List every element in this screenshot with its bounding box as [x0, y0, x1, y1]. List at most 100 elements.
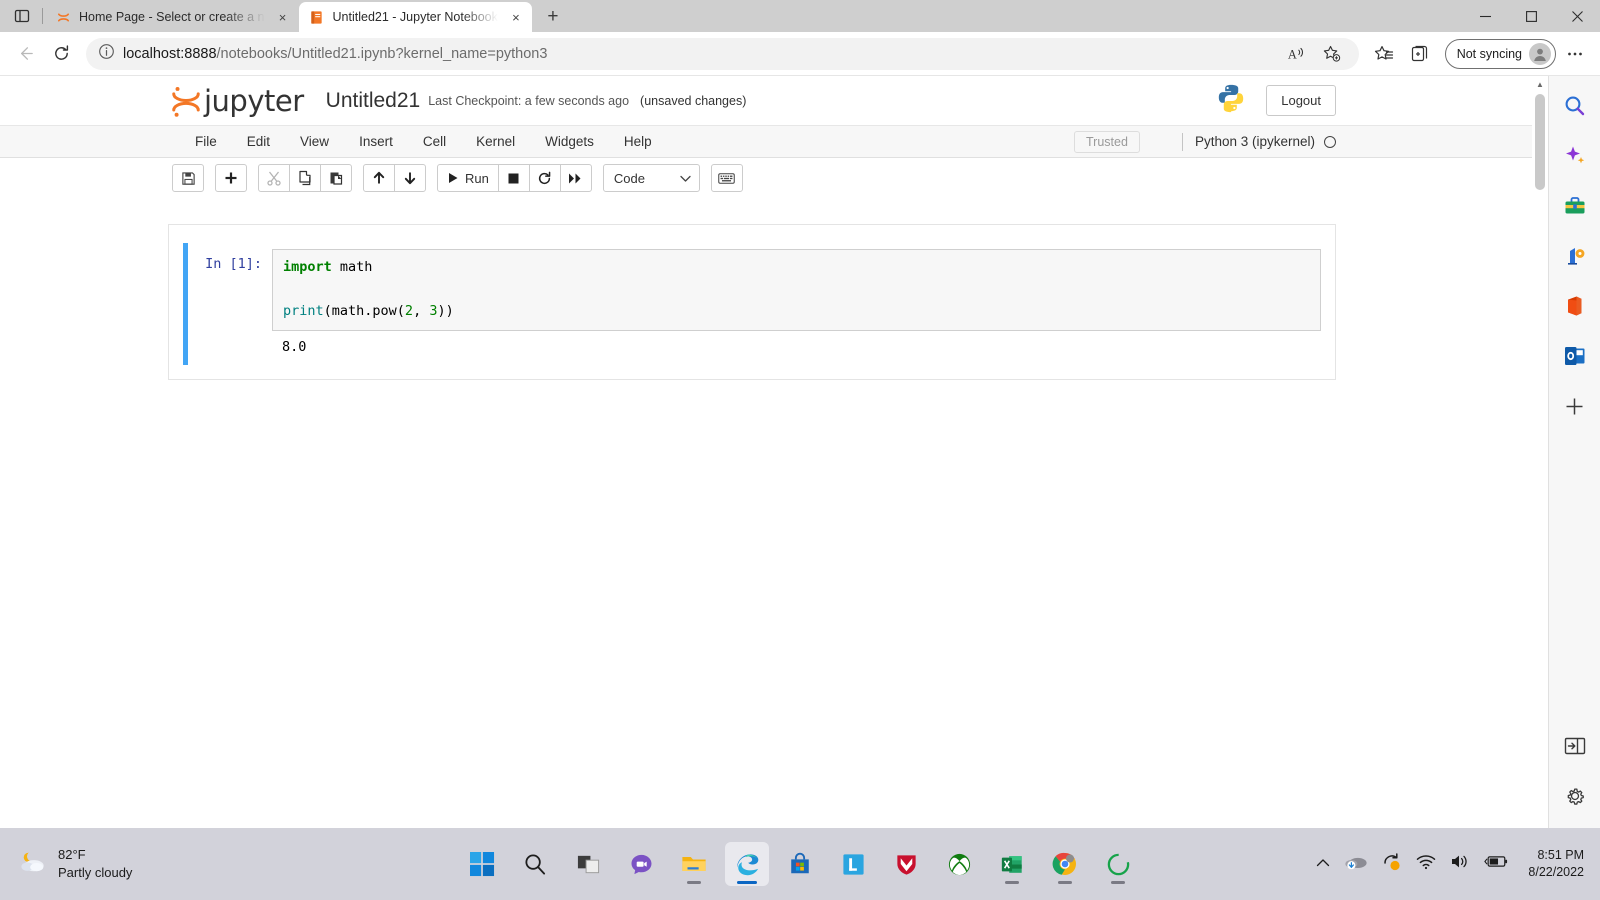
jupyter-favicon [55, 9, 71, 25]
move-cell-down-button[interactable] [394, 164, 426, 192]
add-favorite-icon[interactable] [1315, 37, 1349, 71]
close-icon[interactable]: × [273, 7, 293, 27]
close-icon[interactable]: × [506, 7, 526, 27]
command-palette-button[interactable] [710, 164, 743, 192]
windows-update-icon[interactable] [1382, 852, 1402, 877]
shopping-tools-icon[interactable] [1559, 190, 1591, 222]
menu-help[interactable]: Help [609, 128, 667, 155]
weather-widget[interactable]: 82°F Partly cloudy [0, 846, 300, 881]
linkedin-icon[interactable] [831, 842, 875, 886]
jupyter-menu-bar: File Edit View Insert Cell Kernel Widget… [0, 126, 1532, 158]
restart-kernel-button[interactable] [528, 164, 561, 192]
edge-icon[interactable] [725, 842, 769, 886]
paste-cell-button[interactable] [320, 164, 352, 192]
battery-icon[interactable] [1484, 854, 1508, 874]
games-icon[interactable] [1559, 240, 1591, 272]
search-icon[interactable] [1559, 90, 1591, 122]
cell-output-text: 8.0 [282, 338, 307, 355]
jupyter-logo[interactable]: jupyter [170, 84, 304, 118]
copy-cell-button[interactable] [289, 164, 321, 192]
volume-icon[interactable] [1450, 853, 1470, 875]
unsaved-changes-status: (unsaved changes) [640, 93, 747, 108]
profile-button[interactable]: Not syncing [1444, 38, 1556, 69]
menu-widgets[interactable]: Widgets [530, 128, 609, 155]
window-controls [1462, 0, 1600, 32]
minimize-icon[interactable] [1462, 0, 1508, 32]
split-pane-icon[interactable] [1559, 730, 1591, 762]
app-running-indicator [687, 881, 701, 884]
cut-cell-button[interactable] [258, 164, 290, 192]
page-scrollbar[interactable]: ▲ [1532, 76, 1548, 828]
onedrive-icon[interactable] [1344, 853, 1368, 876]
insert-cell-button[interactable] [215, 164, 247, 192]
browser-tab-untitled21[interactable]: Untitled21 - Jupyter Notebook × [298, 2, 532, 32]
clock[interactable]: 8:51 PM 8/22/2022 [1528, 847, 1584, 881]
more-options-icon[interactable] [1558, 37, 1592, 71]
new-tab-button[interactable]: + [538, 3, 568, 31]
maximize-icon[interactable] [1508, 0, 1554, 32]
chevron-up-icon[interactable] [1316, 855, 1330, 873]
menu-cell[interactable]: Cell [408, 128, 461, 155]
excel-icon[interactable] [990, 842, 1034, 886]
address-bar-text: localhost:8888/notebooks/Untitled21.ipyn… [123, 46, 1271, 62]
outlook-icon[interactable] [1559, 340, 1591, 372]
mcafee-icon[interactable] [884, 842, 928, 886]
taskbar-search-icon[interactable] [513, 842, 557, 886]
site-info-icon[interactable] [98, 43, 115, 65]
interrupt-kernel-button[interactable] [497, 164, 530, 192]
status-badge-trusted: Trusted [1074, 130, 1140, 153]
notebook-title[interactable]: Untitled21 [326, 89, 421, 113]
favorites-icon[interactable] [1367, 37, 1401, 71]
task-view-icon[interactable] [566, 842, 610, 886]
scrollbar-thumb[interactable] [1535, 94, 1545, 190]
kernel-name-label[interactable]: Python 3 (ipykernel) [1195, 134, 1315, 149]
tab-actions-icon[interactable] [4, 0, 40, 32]
code-cell-selected[interactable]: In [1]: import math print(math.pow(2, 3)… [183, 243, 1321, 365]
menu-kernel[interactable]: Kernel [461, 128, 530, 155]
read-aloud-icon[interactable]: A [1279, 37, 1313, 71]
cell-type-select[interactable]: Code [602, 164, 700, 192]
save-button[interactable] [172, 164, 204, 192]
close-window-icon[interactable] [1554, 0, 1600, 32]
run-button[interactable]: Run [437, 164, 499, 192]
menu-edit[interactable]: Edit [232, 128, 285, 155]
start-button[interactable] [460, 842, 504, 886]
chat-icon[interactable] [619, 842, 663, 886]
code-editor[interactable]: import math print(math.pow(2, 3)) [272, 249, 1321, 331]
notebook-body: In [1]: import math print(math.pow(2, 3)… [0, 198, 1532, 380]
copilot-sparkle-icon[interactable] [1559, 140, 1591, 172]
file-explorer-icon[interactable] [672, 842, 716, 886]
tab-title: Home Page - Select or create a n [79, 10, 265, 24]
wifi-icon[interactable] [1416, 854, 1436, 875]
move-cell-up-button[interactable] [363, 164, 395, 192]
refresh-icon[interactable] [44, 37, 78, 71]
back-arrow-icon[interactable] [8, 37, 42, 71]
menu-file[interactable]: File [180, 128, 232, 155]
number-2: 2 [404, 302, 414, 319]
notebook-favicon [309, 9, 325, 25]
browser-tab-home-page[interactable]: Home Page - Select or create a n × [45, 2, 299, 32]
profile-label: Not syncing [1456, 46, 1522, 61]
partly-cloudy-icon [18, 849, 48, 880]
address-bar[interactable]: localhost:8888/notebooks/Untitled21.ipyn… [86, 37, 1359, 71]
chrome-icon[interactable] [1043, 842, 1087, 886]
python-kernel-logo-icon [1216, 83, 1246, 118]
page-content: jupyter Untitled21 Last Checkpoint: a fe… [0, 76, 1532, 828]
menu-view[interactable]: View [285, 128, 344, 155]
logout-button[interactable]: Logout [1266, 85, 1336, 116]
clock-time: 8:51 PM [1537, 848, 1584, 863]
add-sidebar-icon[interactable] [1559, 390, 1591, 422]
jupyter-notebook-app: jupyter Untitled21 Last Checkpoint: a fe… [0, 76, 1532, 380]
jupyter-icon[interactable] [1096, 842, 1140, 886]
scroll-up-arrow-icon[interactable]: ▲ [1532, 76, 1548, 92]
settings-gear-icon[interactable] [1559, 780, 1591, 812]
restart-and-run-all-button[interactable] [559, 164, 592, 192]
microsoft-store-icon[interactable] [778, 842, 822, 886]
menu-insert[interactable]: Insert [344, 128, 408, 155]
collections-icon[interactable] [1403, 37, 1437, 71]
code-line-2: print(math.pow(2, 3)) [283, 301, 1310, 323]
office-icon[interactable] [1559, 290, 1591, 322]
xbox-icon[interactable] [937, 842, 981, 886]
input-prompt: In [1]: [205, 256, 262, 272]
jupyter-logo-text: jupyter [204, 83, 304, 118]
